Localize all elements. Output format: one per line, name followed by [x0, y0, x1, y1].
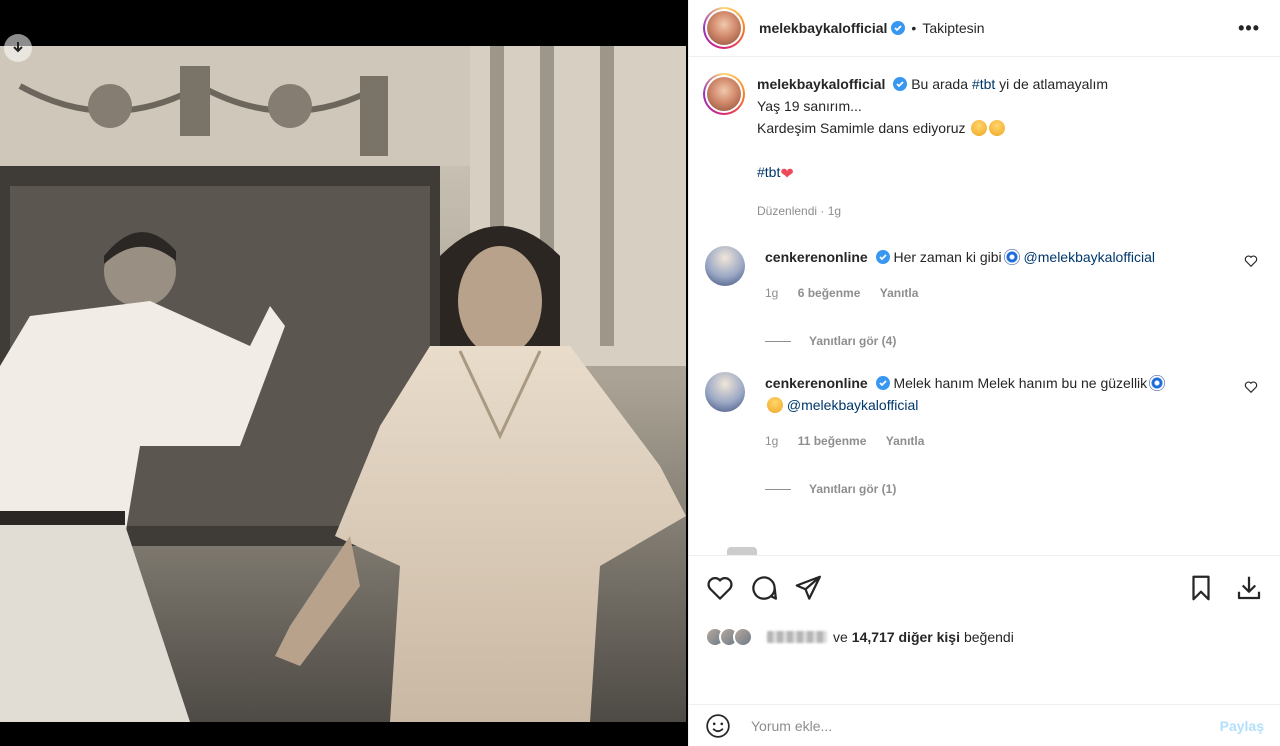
- verified-badge-icon: [875, 376, 890, 390]
- comment-text: Melek hanım Melek hanım bu ne güzellik: [893, 375, 1148, 391]
- download-icon: [13, 42, 23, 53]
- more-options-icon[interactable]: •••: [1238, 18, 1266, 39]
- comment-time: 1g: [765, 434, 779, 448]
- separator-dot: •: [911, 20, 917, 36]
- mention-link[interactable]: @melekbaykalofficial: [787, 397, 918, 413]
- verified-badge-icon: [891, 21, 906, 35]
- post-photo[interactable]: [0, 46, 686, 722]
- caption-line-3: Kardeşim Samimle dans ediyoruz: [757, 120, 966, 136]
- verified-badge-icon: [875, 250, 890, 264]
- comment-time: 1g: [765, 286, 779, 300]
- red-heart-emoji-icon: ❤: [780, 166, 794, 183]
- next-comment-partial: [727, 547, 757, 555]
- liker-avatars[interactable]: [705, 627, 753, 647]
- mention-link[interactable]: @melekbaykalofficial: [1024, 249, 1155, 265]
- bookmark-icon[interactable]: [1186, 573, 1216, 603]
- heart-icon[interactable]: [705, 573, 735, 603]
- nazar-eye-emoji-icon: [1149, 375, 1166, 391]
- photo-download-button[interactable]: [4, 34, 32, 62]
- instagram-post-view: melekbaykalofficial • Takiptesin ••• mel…: [0, 0, 1280, 746]
- comment-text: Her zaman ki gibi: [893, 249, 1002, 265]
- commenter-username[interactable]: cenkerenonline: [765, 375, 868, 391]
- comment-likes-count[interactable]: 6 beğenme: [798, 286, 861, 300]
- follow-status-button[interactable]: Takiptesin: [922, 20, 984, 36]
- comment-input[interactable]: [751, 717, 1220, 734]
- post-caption: melekbaykalofficial Bu arada #tbt yi de …: [703, 73, 1264, 222]
- author-avatar[interactable]: [703, 7, 745, 49]
- caption-text: Bu arada: [911, 76, 972, 92]
- likes-prefix: ve: [833, 629, 848, 645]
- caption-username[interactable]: melekbaykalofficial: [757, 76, 885, 92]
- likes-summary: ve 14,717 diğer kişi beğendi: [705, 620, 1264, 654]
- commenter-avatar[interactable]: [705, 372, 745, 412]
- verified-badge-icon: [893, 77, 908, 91]
- nazar-eye-emoji-icon: [1003, 249, 1020, 265]
- post-comment-button[interactable]: Paylaş: [1220, 718, 1264, 734]
- hashtag-link[interactable]: #tbt: [972, 76, 995, 92]
- comment-item: cenkerenonline Her zaman ki gibi @melekb…: [703, 246, 1264, 304]
- crying-laughing-emoji-icon: [989, 120, 1006, 136]
- post-action-bar: [689, 555, 1280, 620]
- comment-actions: 1g 11 beğenme Yanıtla: [765, 430, 1205, 452]
- commenter-avatar[interactable]: [705, 246, 745, 286]
- hashtag-link[interactable]: #tbt: [757, 164, 780, 180]
- comments-list[interactable]: melekbaykalofficial Bu arada #tbt yi de …: [689, 57, 1280, 555]
- smiley-icon[interactable]: [705, 713, 731, 739]
- caption-line-2: Yaş 19 sanırım...: [757, 98, 862, 114]
- comment-like-heart-icon[interactable]: [1244, 254, 1258, 268]
- view-replies-button[interactable]: Yanıtları gör (4): [765, 334, 1264, 348]
- commenter-username[interactable]: cenkerenonline: [765, 249, 868, 265]
- likes-suffix: beğendi: [963, 629, 1014, 645]
- caption-author-avatar[interactable]: [703, 73, 745, 115]
- author-username[interactable]: melekbaykalofficial: [759, 20, 887, 36]
- send-icon[interactable]: [793, 573, 823, 603]
- comment-icon[interactable]: [749, 573, 779, 603]
- comment-actions: 1g 6 beğenme Yanıtla: [765, 282, 1205, 304]
- crying-laughing-emoji-icon: [971, 120, 988, 136]
- liker-avatar: [733, 627, 753, 647]
- vintage-dance-photo: [0, 46, 686, 722]
- caption-meta: Düzenlendi · 1g: [757, 204, 842, 218]
- likes-count[interactable]: 14,717 diğer kişi: [852, 629, 960, 645]
- comment-composer: Paylaş: [689, 704, 1280, 746]
- crying-laughing-emoji-icon: [767, 397, 783, 413]
- post-details-pane: melekbaykalofficial • Takiptesin ••• mel…: [688, 0, 1280, 746]
- liker-name-blurred: [767, 631, 827, 643]
- post-header: melekbaykalofficial • Takiptesin •••: [689, 0, 1280, 57]
- download-icon[interactable]: [1234, 573, 1264, 603]
- caption-text-end: yi de atlamayalım: [995, 76, 1109, 92]
- author-avatar-image: [707, 11, 741, 45]
- comment-item: cenkerenonline Melek hanım Melek hanım b…: [703, 372, 1264, 452]
- view-replies-button[interactable]: Yanıtları gör (1): [765, 482, 1264, 496]
- comment-like-heart-icon[interactable]: [1244, 380, 1258, 394]
- comment-likes-count[interactable]: 11 beğenme: [798, 434, 867, 448]
- reply-button[interactable]: Yanıtla: [886, 434, 925, 448]
- photo-pane: [0, 0, 688, 746]
- reply-button[interactable]: Yanıtla: [880, 286, 919, 300]
